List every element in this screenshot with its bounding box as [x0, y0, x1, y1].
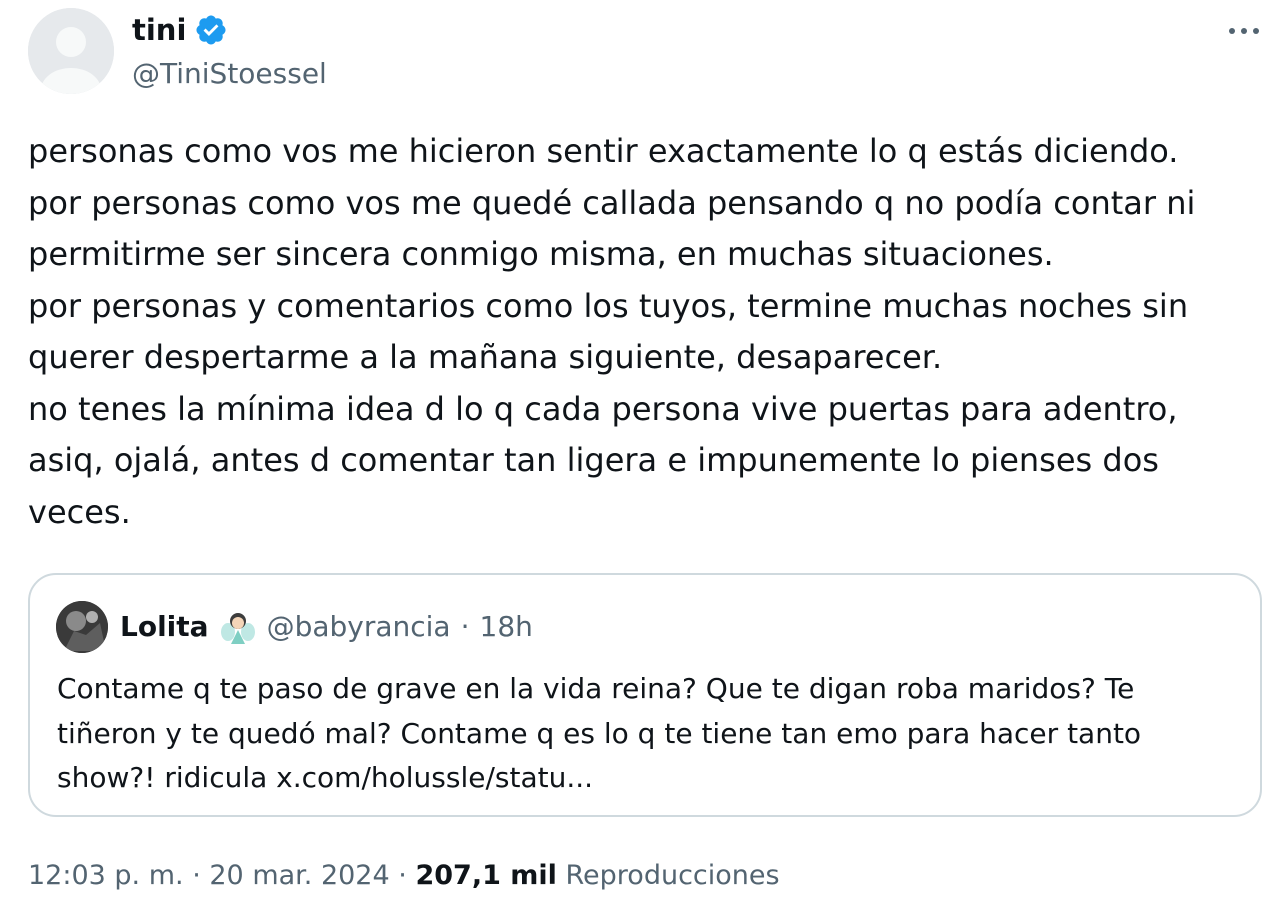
verified-icon	[196, 15, 226, 45]
tweet-text-line: por personas como vos me quedé callada p…	[28, 183, 1196, 222]
quote-text-line: Contame q te paso de grave en la vida re…	[57, 672, 1135, 705]
fairy-emoji-icon	[220, 613, 255, 644]
quote-avatar-image	[56, 601, 108, 653]
tweet-text-line: veces.	[28, 492, 131, 531]
separator-dot: ·	[460, 610, 470, 643]
more-options-icon[interactable]	[1224, 16, 1264, 46]
tweet-text-line: permitirme ser sincera conmigo misma, en…	[28, 235, 1054, 273]
quote-text: Contame q te paso de grave en la vida re…	[57, 667, 1247, 801]
tweet-text-line: personas como vos me hicieron sentir exa…	[28, 132, 1179, 170]
tweet-date[interactable]: 20 mar. 2024	[209, 860, 389, 891]
tweet-text-line: asiq, ojalá, antes d comentar tan ligera…	[28, 441, 1159, 479]
views-label: Reproducciones	[565, 860, 780, 891]
tweet-text-line: por personas y comentarios como los tuyo…	[28, 286, 1189, 325]
tweet-text: personas como vos me hicieron sentir exa…	[28, 126, 1268, 538]
tweet-time[interactable]: 12:03 p. m.	[28, 860, 184, 891]
tweet-footer: 12:03 p. m. · 20 mar. 2024 · 207,1 mil R…	[28, 856, 780, 896]
views-count: 207,1 mil	[415, 860, 557, 891]
author-name[interactable]: tini	[132, 10, 186, 50]
quote-author-name[interactable]: Lolita	[120, 607, 209, 647]
author-name-row[interactable]: tini	[132, 10, 228, 50]
separator-dot: ·	[192, 860, 201, 891]
author-avatar[interactable]	[28, 8, 114, 94]
quote-header: Lolita @babyrancia · 18h	[120, 607, 533, 647]
default-avatar-icon	[28, 8, 114, 94]
quoted-tweet-card[interactable]: Lolita @babyrancia · 18h Contame q te pa…	[28, 573, 1262, 817]
quote-avatar[interactable]	[56, 601, 108, 653]
separator-dot: ·	[398, 860, 407, 891]
tweet-text-line: querer despertarme a la mañana siguiente…	[28, 338, 943, 376]
author-handle[interactable]: @TiniStoessel	[132, 54, 327, 94]
tweet-text-line: no tenes la mínima idea d lo q cada pers…	[28, 389, 1178, 428]
quote-timestamp[interactable]: 18h	[480, 607, 533, 647]
quote-author-handle[interactable]: @babyrancia	[267, 607, 451, 647]
quote-text-line: tiñeron y te quedó mal? Contame q es lo …	[57, 716, 1142, 750]
quote-text-line: show?! ridicula x.com/holussle/statu...	[57, 761, 594, 794]
